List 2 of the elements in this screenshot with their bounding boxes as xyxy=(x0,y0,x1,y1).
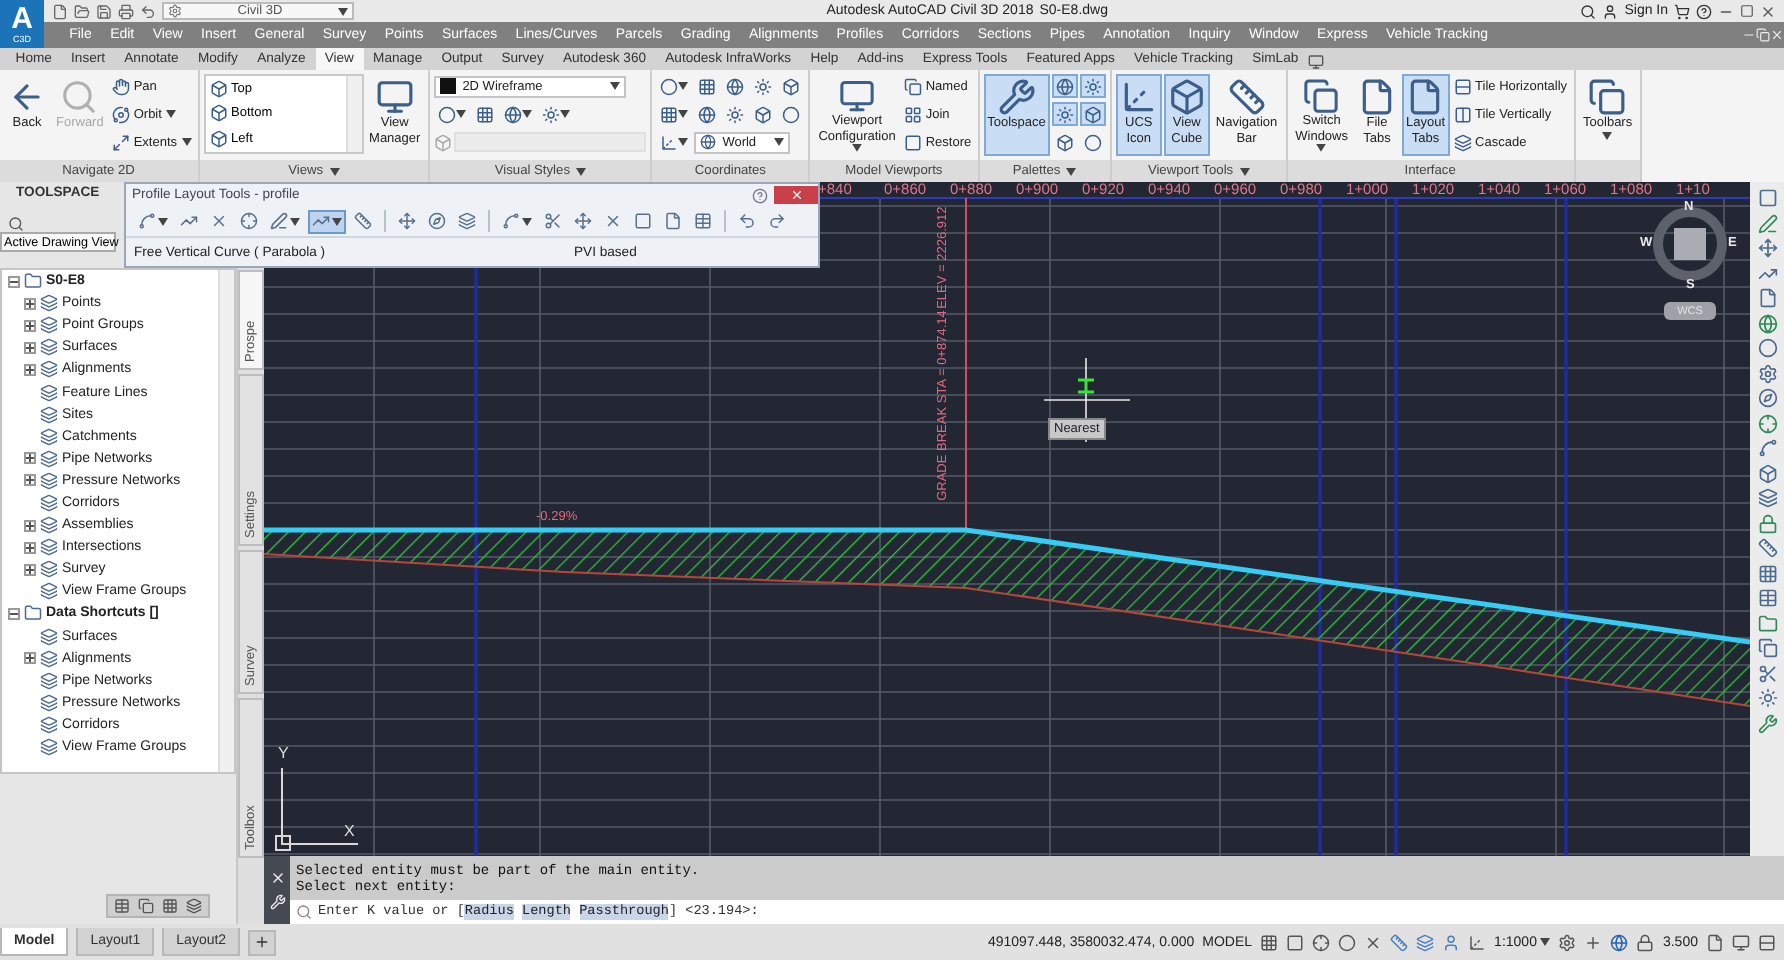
axis-label: X xyxy=(344,822,355,840)
axis-label: Y xyxy=(278,744,289,762)
